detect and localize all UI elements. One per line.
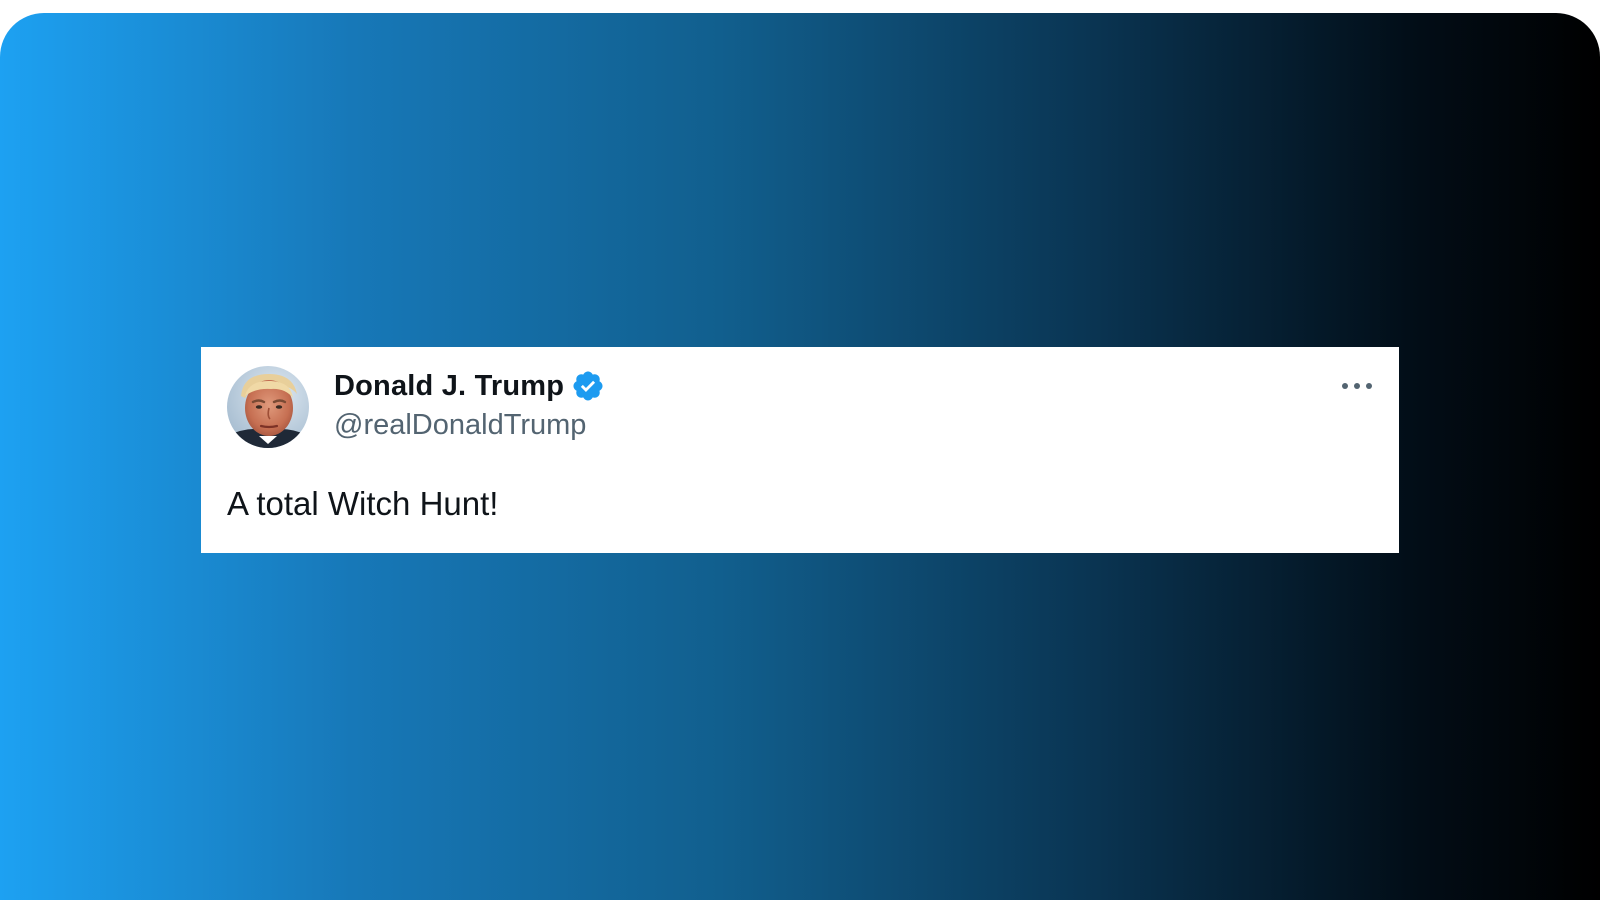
- author-name-row: Donald J. Trump: [334, 367, 605, 405]
- author-display-name[interactable]: Donald J. Trump: [334, 370, 564, 403]
- tweet-text: A total Witch Hunt!: [227, 485, 499, 522]
- tweet-card: Donald J. Trump @realDonaldTrump A total…: [201, 347, 1399, 553]
- verified-badge-icon: [571, 369, 605, 403]
- avatar-image: [227, 366, 309, 448]
- more-horizontal-icon: [1342, 383, 1372, 389]
- background-canvas: Donald J. Trump @realDonaldTrump A total…: [0, 13, 1600, 900]
- author-handle[interactable]: @realDonaldTrump: [334, 409, 586, 442]
- author-avatar[interactable]: [227, 366, 309, 448]
- more-options-button[interactable]: [1337, 371, 1377, 401]
